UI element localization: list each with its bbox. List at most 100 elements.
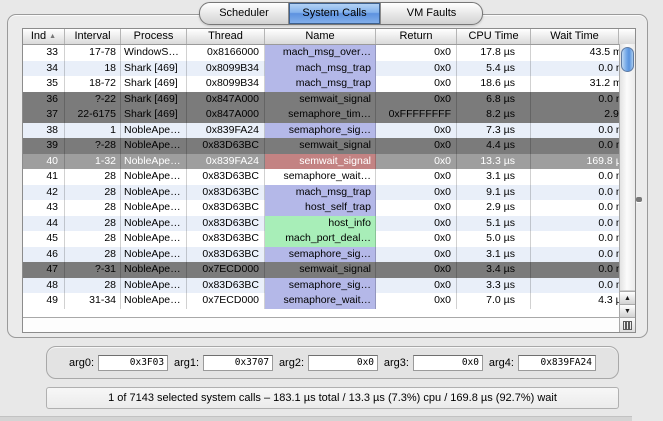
scroll-down-button[interactable]: ▼ xyxy=(620,304,635,317)
cell-thread: 0x83D63BC xyxy=(187,169,265,185)
table-row[interactable]: 38 1 NobleApe… 0x839FA24 semaphore_sig… … xyxy=(23,123,635,139)
tab-system-calls[interactable]: System Calls xyxy=(288,3,380,24)
cell-name: semwait_signal xyxy=(265,154,376,170)
cell-cpu-time: 8.2 µs xyxy=(457,107,531,123)
arg2-label: arg2: xyxy=(279,357,304,369)
cell-name: semaphore_sig… xyxy=(265,123,376,139)
column-header-cpu-time[interactable]: CPU Time xyxy=(457,29,531,44)
cell-interval: ?-31 xyxy=(65,262,121,278)
cell-interval: 17-78 xyxy=(65,45,121,61)
cell-ind: 44 xyxy=(23,216,65,232)
cell-thread: 0x83D63BC xyxy=(187,231,265,247)
table-row[interactable]: 37 22-6175 Shark [469] 0x847A000 semapho… xyxy=(23,107,635,123)
cell-process: NobleApe… xyxy=(121,278,187,294)
cell-return: 0x0 xyxy=(376,231,457,247)
table-row[interactable]: 40 1-32 NobleApe… 0x839FA24 semwait_sign… xyxy=(23,154,635,170)
cell-cpu-time: 6.8 µs xyxy=(457,92,531,108)
arg1-group: arg1: xyxy=(174,355,273,371)
cell-return: 0x0 xyxy=(376,200,457,216)
arg2-field[interactable] xyxy=(308,355,378,371)
window-bottom-edge xyxy=(0,416,632,421)
arg1-label: arg1: xyxy=(174,357,199,369)
cell-ind: 47 xyxy=(23,262,65,278)
cell-cpu-time: 7.3 µs xyxy=(457,123,531,139)
cell-return: 0x0 xyxy=(376,45,457,61)
cell-thread: 0x847A000 xyxy=(187,107,265,123)
arg3-field[interactable] xyxy=(413,355,483,371)
table-row[interactable]: 36 ?-22 Shark [469] 0x847A000 semwait_si… xyxy=(23,92,635,108)
cell-return: 0xFFFFFFFF xyxy=(376,107,457,123)
cell-thread: 0x7ECD000 xyxy=(187,262,265,278)
table-body: 33 17-78 WindowS… 0x8166000 mach_msg_ove… xyxy=(23,45,635,309)
column-header-wait-time[interactable]: Wait Time xyxy=(531,29,619,44)
column-header-ind[interactable]: Ind ▲ xyxy=(23,29,65,44)
tab-scheduler[interactable]: Scheduler xyxy=(200,3,288,24)
table-row[interactable]: 47 ?-31 NobleApe… 0x7ECD000 semwait_sign… xyxy=(23,262,635,278)
column-header-process[interactable]: Process xyxy=(121,29,187,44)
cell-process: WindowS… xyxy=(121,45,187,61)
splitter-dimple[interactable] xyxy=(636,197,642,202)
cell-thread: 0x83D63BC xyxy=(187,185,265,201)
table-row[interactable]: 49 31-34 NobleApe… 0x7ECD000 semaphore_w… xyxy=(23,293,635,309)
table-row[interactable]: 45 28 NobleApe… 0x83D63BC mach_port_deal… xyxy=(23,231,635,247)
table-row[interactable]: 34 18 Shark [469] 0x8099B34 mach_msg_tra… xyxy=(23,61,635,77)
cell-cpu-time: 3.1 µs xyxy=(457,169,531,185)
table-row[interactable]: 41 28 NobleApe… 0x83D63BC semaphore_wait… xyxy=(23,169,635,185)
cell-name: mach_msg_over… xyxy=(265,45,376,61)
tab-vm-faults[interactable]: VM Faults xyxy=(380,3,482,24)
table-row[interactable]: 44 28 NobleApe… 0x83D63BC host_info 0x0 … xyxy=(23,216,635,232)
table-row[interactable]: 33 17-78 WindowS… 0x8166000 mach_msg_ove… xyxy=(23,45,635,61)
cell-thread: 0x839FA24 xyxy=(187,123,265,139)
cell-cpu-time: 5.1 µs xyxy=(457,216,531,232)
cell-ind: 34 xyxy=(23,61,65,77)
column-header-name[interactable]: Name xyxy=(265,29,376,44)
cell-process: Shark [469] xyxy=(121,92,187,108)
cell-name: semaphore_tim… xyxy=(265,107,376,123)
cell-interval: 28 xyxy=(65,247,121,263)
cell-ind: 39 xyxy=(23,138,65,154)
cell-return: 0x0 xyxy=(376,216,457,232)
cell-ind: 49 xyxy=(23,293,65,309)
cell-return: 0x0 xyxy=(376,61,457,77)
scrollbar-thumb[interactable] xyxy=(621,47,634,72)
horizontal-scrollbar[interactable] xyxy=(23,317,635,332)
arg0-label: arg0: xyxy=(69,357,94,369)
cell-return: 0x0 xyxy=(376,293,457,309)
cell-interval: ?-28 xyxy=(65,138,121,154)
arg1-field[interactable] xyxy=(203,355,273,371)
arg3-group: arg3: xyxy=(384,355,483,371)
cell-process: NobleApe… xyxy=(121,293,187,309)
cell-thread: 0x7ECD000 xyxy=(187,293,265,309)
column-header-interval[interactable]: Interval xyxy=(65,29,121,44)
table-row[interactable]: 43 28 NobleApe… 0x83D63BC host_self_trap… xyxy=(23,200,635,216)
cell-thread: 0x83D63BC xyxy=(187,200,265,216)
cell-name: semwait_signal xyxy=(265,92,376,108)
table-row[interactable]: 48 28 NobleApe… 0x83D63BC semaphore_sig…… xyxy=(23,278,635,294)
table-row[interactable]: 35 18-72 Shark [469] 0x8099B34 mach_msg_… xyxy=(23,76,635,92)
cell-cpu-time: 7.0 µs xyxy=(457,293,531,309)
cell-interval: 22-6175 xyxy=(65,107,121,123)
cell-name: semaphore_wait… xyxy=(265,169,376,185)
cell-name: mach_msg_trap xyxy=(265,76,376,92)
arg0-field[interactable] xyxy=(98,355,168,371)
cell-ind: 35 xyxy=(23,76,65,92)
cell-ind: 45 xyxy=(23,231,65,247)
scroll-up-button[interactable]: ▲ xyxy=(620,291,635,304)
cell-process: NobleApe… xyxy=(121,123,187,139)
column-header-return[interactable]: Return xyxy=(376,29,457,44)
cell-cpu-time: 5.0 µs xyxy=(457,231,531,247)
vertical-scrollbar[interactable]: ▲ ▼ xyxy=(619,44,635,317)
scrollbar-track[interactable] xyxy=(620,44,635,291)
table-row[interactable]: 42 28 NobleApe… 0x83D63BC mach_msg_trap … xyxy=(23,185,635,201)
cell-interval: 28 xyxy=(65,216,121,232)
cell-interval: 31-34 xyxy=(65,293,121,309)
cell-process: Shark [469] xyxy=(121,107,187,123)
cell-cpu-time: 18.6 µs xyxy=(457,76,531,92)
table-row[interactable]: 39 ?-28 NobleApe… 0x83D63BC semwait_sign… xyxy=(23,138,635,154)
column-header-thread[interactable]: Thread xyxy=(187,29,265,44)
cell-process: NobleApe… xyxy=(121,154,187,170)
cell-cpu-time: 3.1 µs xyxy=(457,247,531,263)
arg4-field[interactable] xyxy=(518,355,596,371)
table-row[interactable]: 46 28 NobleApe… 0x83D63BC semaphore_sig…… xyxy=(23,247,635,263)
view-tab-bar: Scheduler System Calls VM Faults xyxy=(199,2,483,25)
